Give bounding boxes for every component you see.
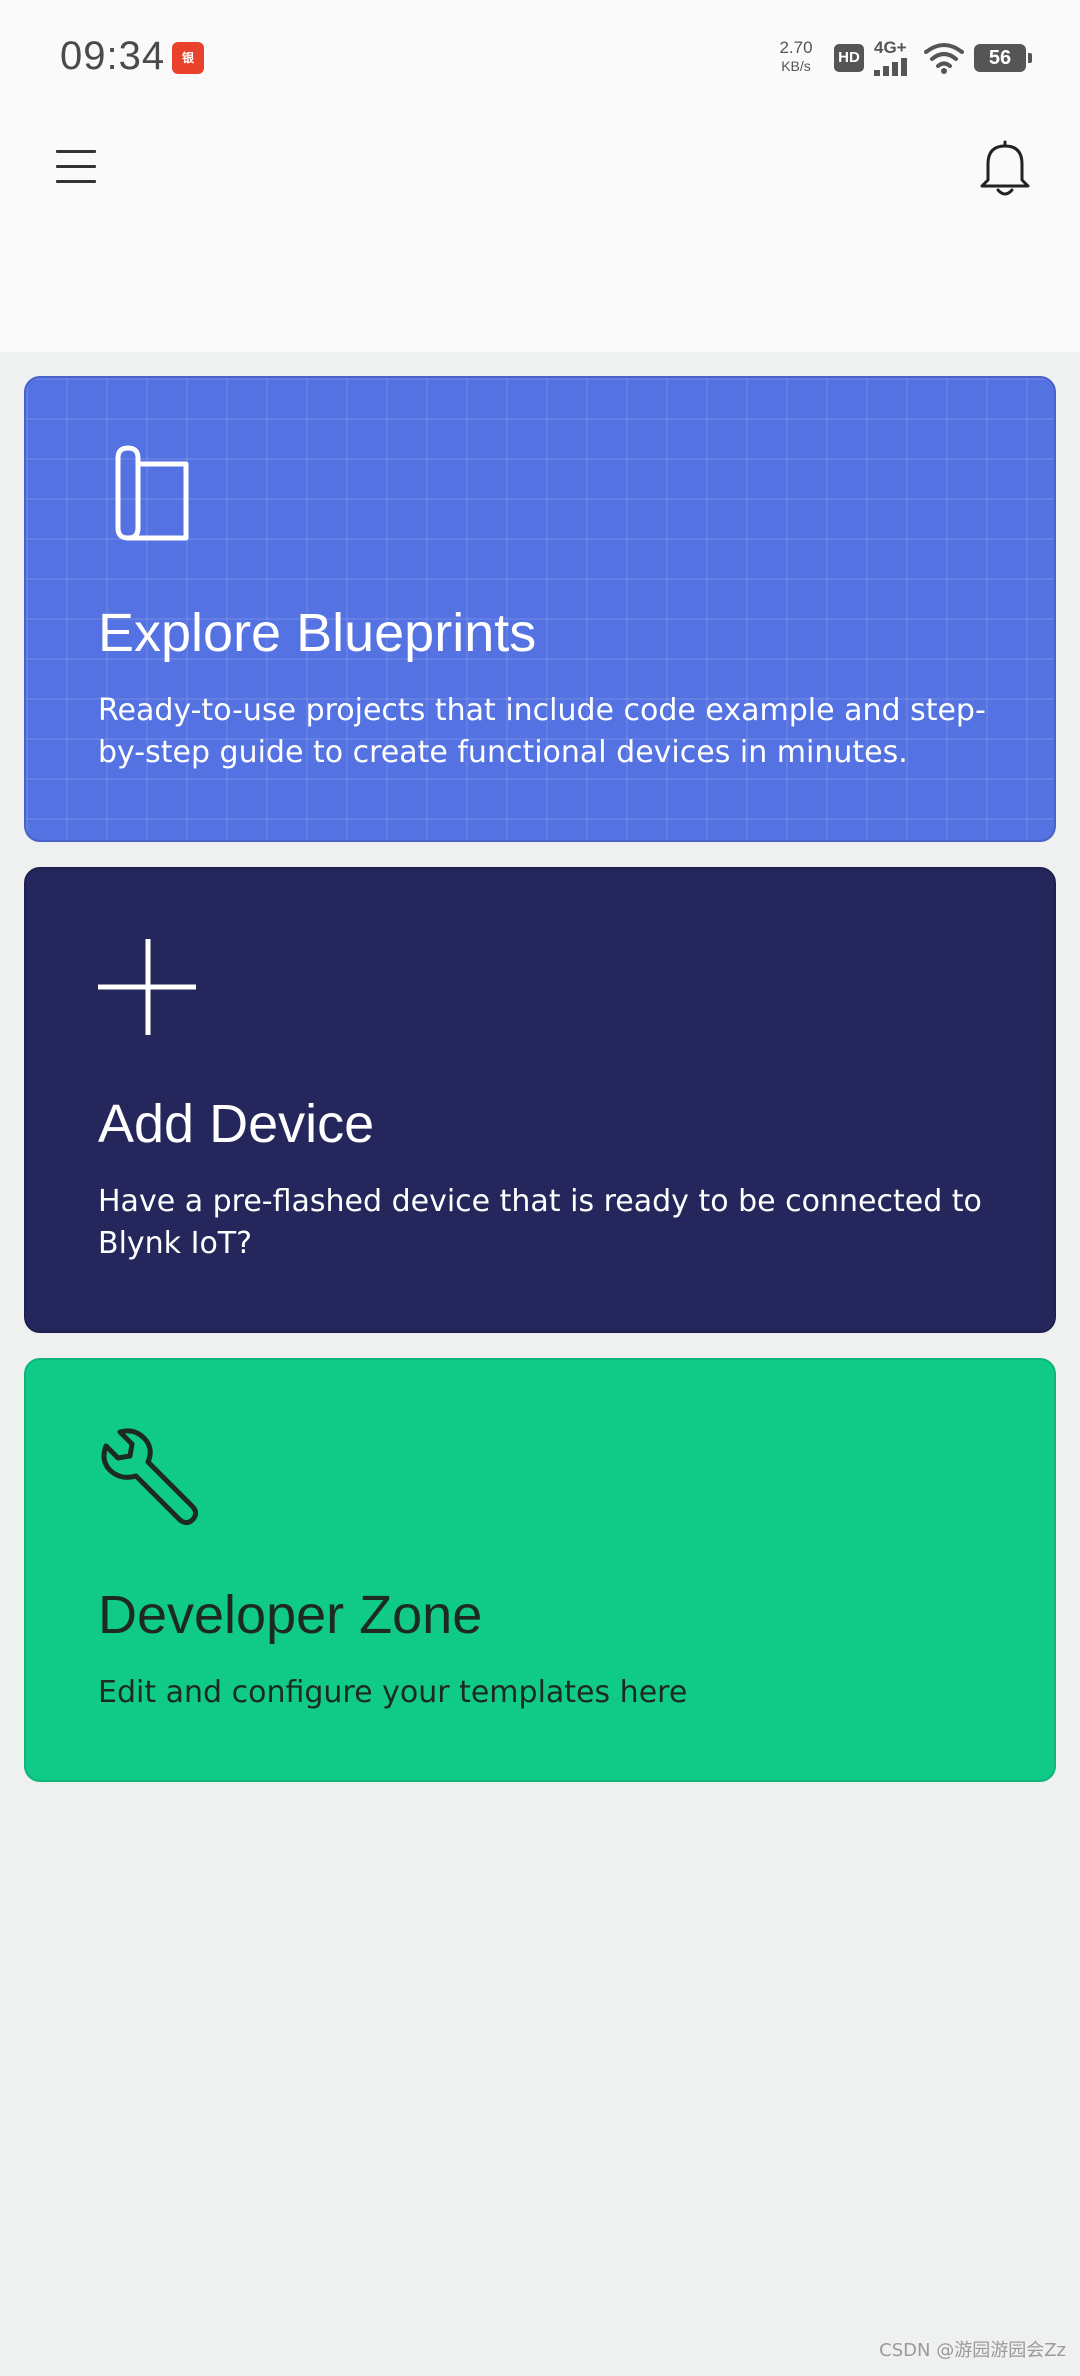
wrench-icon	[101, 1428, 198, 1526]
bank-app-icon: 银	[172, 42, 204, 74]
status-time: 09:34	[60, 34, 166, 78]
wifi-icon	[924, 43, 964, 74]
card-description: Ready-to-use projects that include code …	[98, 693, 986, 770]
hamburger-menu-icon	[56, 149, 96, 153]
card-description: Have a pre-flashed device that is ready …	[98, 1184, 982, 1261]
card-title: Explore Blueprints	[98, 603, 537, 663]
cellular-signal-icon	[874, 58, 907, 76]
app-header: 09:34 银 2.70 KB/s HD 4G+ 56	[0, 0, 1080, 352]
hamburger-menu-line	[56, 164, 96, 168]
status-bar: 09:34 银 2.70 KB/s HD 4G+ 56	[0, 0, 1080, 112]
network-speed-unit: KB/s	[781, 58, 811, 74]
card-title: Developer Zone	[98, 1585, 483, 1645]
plus-icon	[98, 939, 196, 1035]
bell-icon[interactable]	[976, 136, 1034, 200]
network-type: 4G+	[874, 38, 907, 57]
explore-blueprints-card[interactable]: Explore Blueprints Ready-to-use projects…	[24, 376, 1056, 842]
hamburger-menu-line	[56, 179, 96, 183]
card-description: Edit and configure your templates here	[98, 1675, 688, 1710]
add-device-card[interactable]: Add Device Have a pre-flashed device tha…	[24, 867, 1056, 1333]
blueprint-scroll-icon	[115, 445, 189, 541]
battery-indicator: 56	[974, 44, 1032, 72]
developer-zone-card[interactable]: Developer Zone Edit and configure your t…	[24, 1358, 1056, 1782]
home-screen: 09:34 银 2.70 KB/s HD 4G+ 56 Explore Blue…	[0, 0, 1080, 2376]
network-speed: 2.70 KB/s	[770, 38, 822, 74]
card-title: Add Device	[98, 1094, 375, 1154]
hd-badge: HD	[834, 44, 864, 72]
network-speed-value: 2.70	[779, 38, 813, 57]
watermark: CSDN @游园游园会Zz	[879, 2340, 1066, 2361]
menu-button[interactable]	[44, 136, 108, 196]
